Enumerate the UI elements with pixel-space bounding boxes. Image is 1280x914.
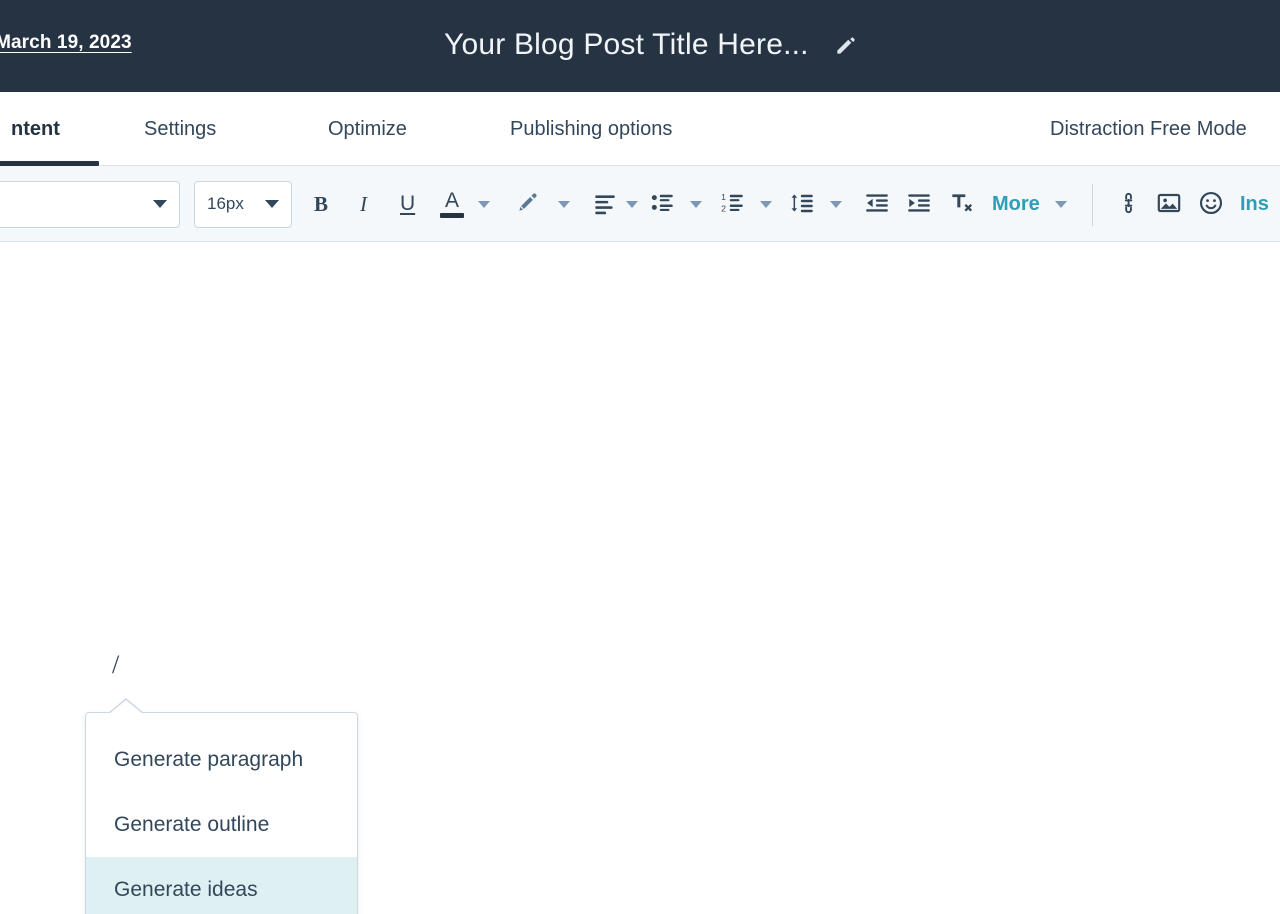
tab-optimize[interactable]: Optimize bbox=[328, 92, 407, 166]
tab-distraction-free-mode[interactable]: Distraction Free Mode bbox=[1050, 92, 1247, 166]
chevron-down-icon bbox=[153, 200, 167, 208]
post-body-editor[interactable]: / Generate paragraph Generate outline Ge… bbox=[0, 242, 1280, 914]
menu-item-generate-outline[interactable]: Generate outline bbox=[86, 792, 357, 857]
insert-button[interactable]: Ins bbox=[1240, 193, 1269, 216]
menu-item-generate-paragraph-label: Generate paragraph bbox=[114, 748, 303, 772]
bold-icon: B bbox=[314, 192, 328, 217]
page-title: Your Blog Post Title Here... bbox=[444, 28, 809, 62]
text-align-button[interactable] bbox=[592, 190, 618, 219]
tab-content-label: ntent bbox=[11, 118, 60, 141]
menu-item-generate-ideas-label: Generate ideas bbox=[114, 878, 258, 902]
highlight-color-button[interactable] bbox=[514, 190, 540, 219]
menu-item-generate-outline-label: Generate outline bbox=[114, 813, 269, 837]
tab-publishing-options-label: Publishing options bbox=[510, 118, 672, 141]
more-chevron-down-icon[interactable] bbox=[1055, 201, 1067, 208]
formatting-toolbar: ont 16px B I U A bbox=[0, 166, 1280, 242]
italic-button[interactable]: I bbox=[360, 192, 367, 217]
menu-item-generate-paragraph[interactable]: Generate paragraph bbox=[86, 727, 357, 792]
edit-title-button[interactable] bbox=[831, 30, 861, 63]
font-family-select[interactable]: ont bbox=[0, 181, 180, 228]
bold-button[interactable]: B bbox=[314, 192, 328, 217]
insert-emoji-button[interactable] bbox=[1198, 190, 1224, 219]
publish-date-link[interactable]: n March 19, 2023 bbox=[0, 32, 132, 54]
menu-item-generate-ideas[interactable]: Generate ideas bbox=[86, 857, 357, 914]
insert-image-button[interactable] bbox=[1156, 190, 1182, 219]
svg-text:2: 2 bbox=[721, 203, 726, 213]
tab-settings-label: Settings bbox=[144, 118, 216, 141]
text-color-swatch bbox=[440, 213, 464, 218]
indent-button[interactable] bbox=[906, 190, 932, 219]
indent-icon bbox=[906, 190, 932, 219]
editor-typed-text: / bbox=[112, 650, 119, 680]
tab-distraction-free-mode-label: Distraction Free Mode bbox=[1050, 118, 1247, 141]
bulleted-list-button[interactable] bbox=[650, 190, 676, 219]
tab-content[interactable]: ntent bbox=[0, 92, 99, 166]
align-chevron-down-icon[interactable] bbox=[626, 201, 638, 208]
link-icon bbox=[1117, 192, 1139, 217]
font-family-value: ont bbox=[0, 194, 145, 214]
tab-publishing-options[interactable]: Publishing options bbox=[510, 92, 672, 166]
app-header: n March 19, 2023 Your Blog Post Title He… bbox=[0, 0, 1280, 92]
insert-label: Ins bbox=[1240, 193, 1269, 216]
bulleted-list-chevron-down-icon[interactable] bbox=[690, 201, 702, 208]
emoji-icon bbox=[1198, 190, 1224, 219]
more-options-label: More bbox=[992, 193, 1040, 216]
marker-pen-icon bbox=[514, 190, 540, 219]
italic-icon: I bbox=[360, 192, 367, 217]
line-height-chevron-down-icon[interactable] bbox=[830, 201, 842, 208]
outdent-button[interactable] bbox=[864, 190, 890, 219]
align-left-icon bbox=[592, 190, 618, 219]
font-size-value: 16px bbox=[207, 194, 257, 214]
underline-button[interactable]: U bbox=[400, 192, 415, 216]
slash-command-menu: Generate paragraph Generate outline Gene… bbox=[85, 712, 358, 914]
text-color-icon: A bbox=[445, 190, 459, 211]
tab-settings[interactable]: Settings bbox=[144, 92, 216, 166]
svg-text:1: 1 bbox=[721, 191, 726, 201]
numbered-list-icon: 1 2 bbox=[720, 190, 746, 219]
chevron-down-icon bbox=[265, 200, 279, 208]
highlight-chevron-down-icon[interactable] bbox=[558, 201, 570, 208]
numbered-list-button[interactable]: 1 2 bbox=[720, 190, 746, 219]
text-color-chevron-down-icon[interactable] bbox=[478, 201, 490, 208]
clear-formatting-icon bbox=[948, 190, 974, 219]
numbered-list-chevron-down-icon[interactable] bbox=[760, 201, 772, 208]
tab-optimize-label: Optimize bbox=[328, 118, 407, 141]
outdent-icon bbox=[864, 190, 890, 219]
underline-icon: U bbox=[400, 192, 415, 216]
insert-link-button[interactable] bbox=[1117, 192, 1139, 217]
clear-formatting-button[interactable] bbox=[948, 190, 974, 219]
line-height-button[interactable] bbox=[790, 190, 816, 219]
font-size-select[interactable]: 16px bbox=[194, 181, 292, 228]
text-color-button[interactable]: A bbox=[440, 190, 464, 218]
more-options-button[interactable]: More bbox=[992, 193, 1040, 216]
pencil-icon bbox=[833, 32, 859, 61]
toolbar-divider bbox=[1092, 184, 1093, 226]
tab-navigation: ntent Settings Optimize Publishing optio… bbox=[0, 92, 1280, 166]
image-icon bbox=[1156, 190, 1182, 219]
popover-arrow-fill bbox=[109, 700, 143, 714]
bulleted-list-icon bbox=[650, 190, 676, 219]
line-height-icon bbox=[790, 190, 816, 219]
post-title-group: Your Blog Post Title Here... bbox=[444, 26, 861, 63]
